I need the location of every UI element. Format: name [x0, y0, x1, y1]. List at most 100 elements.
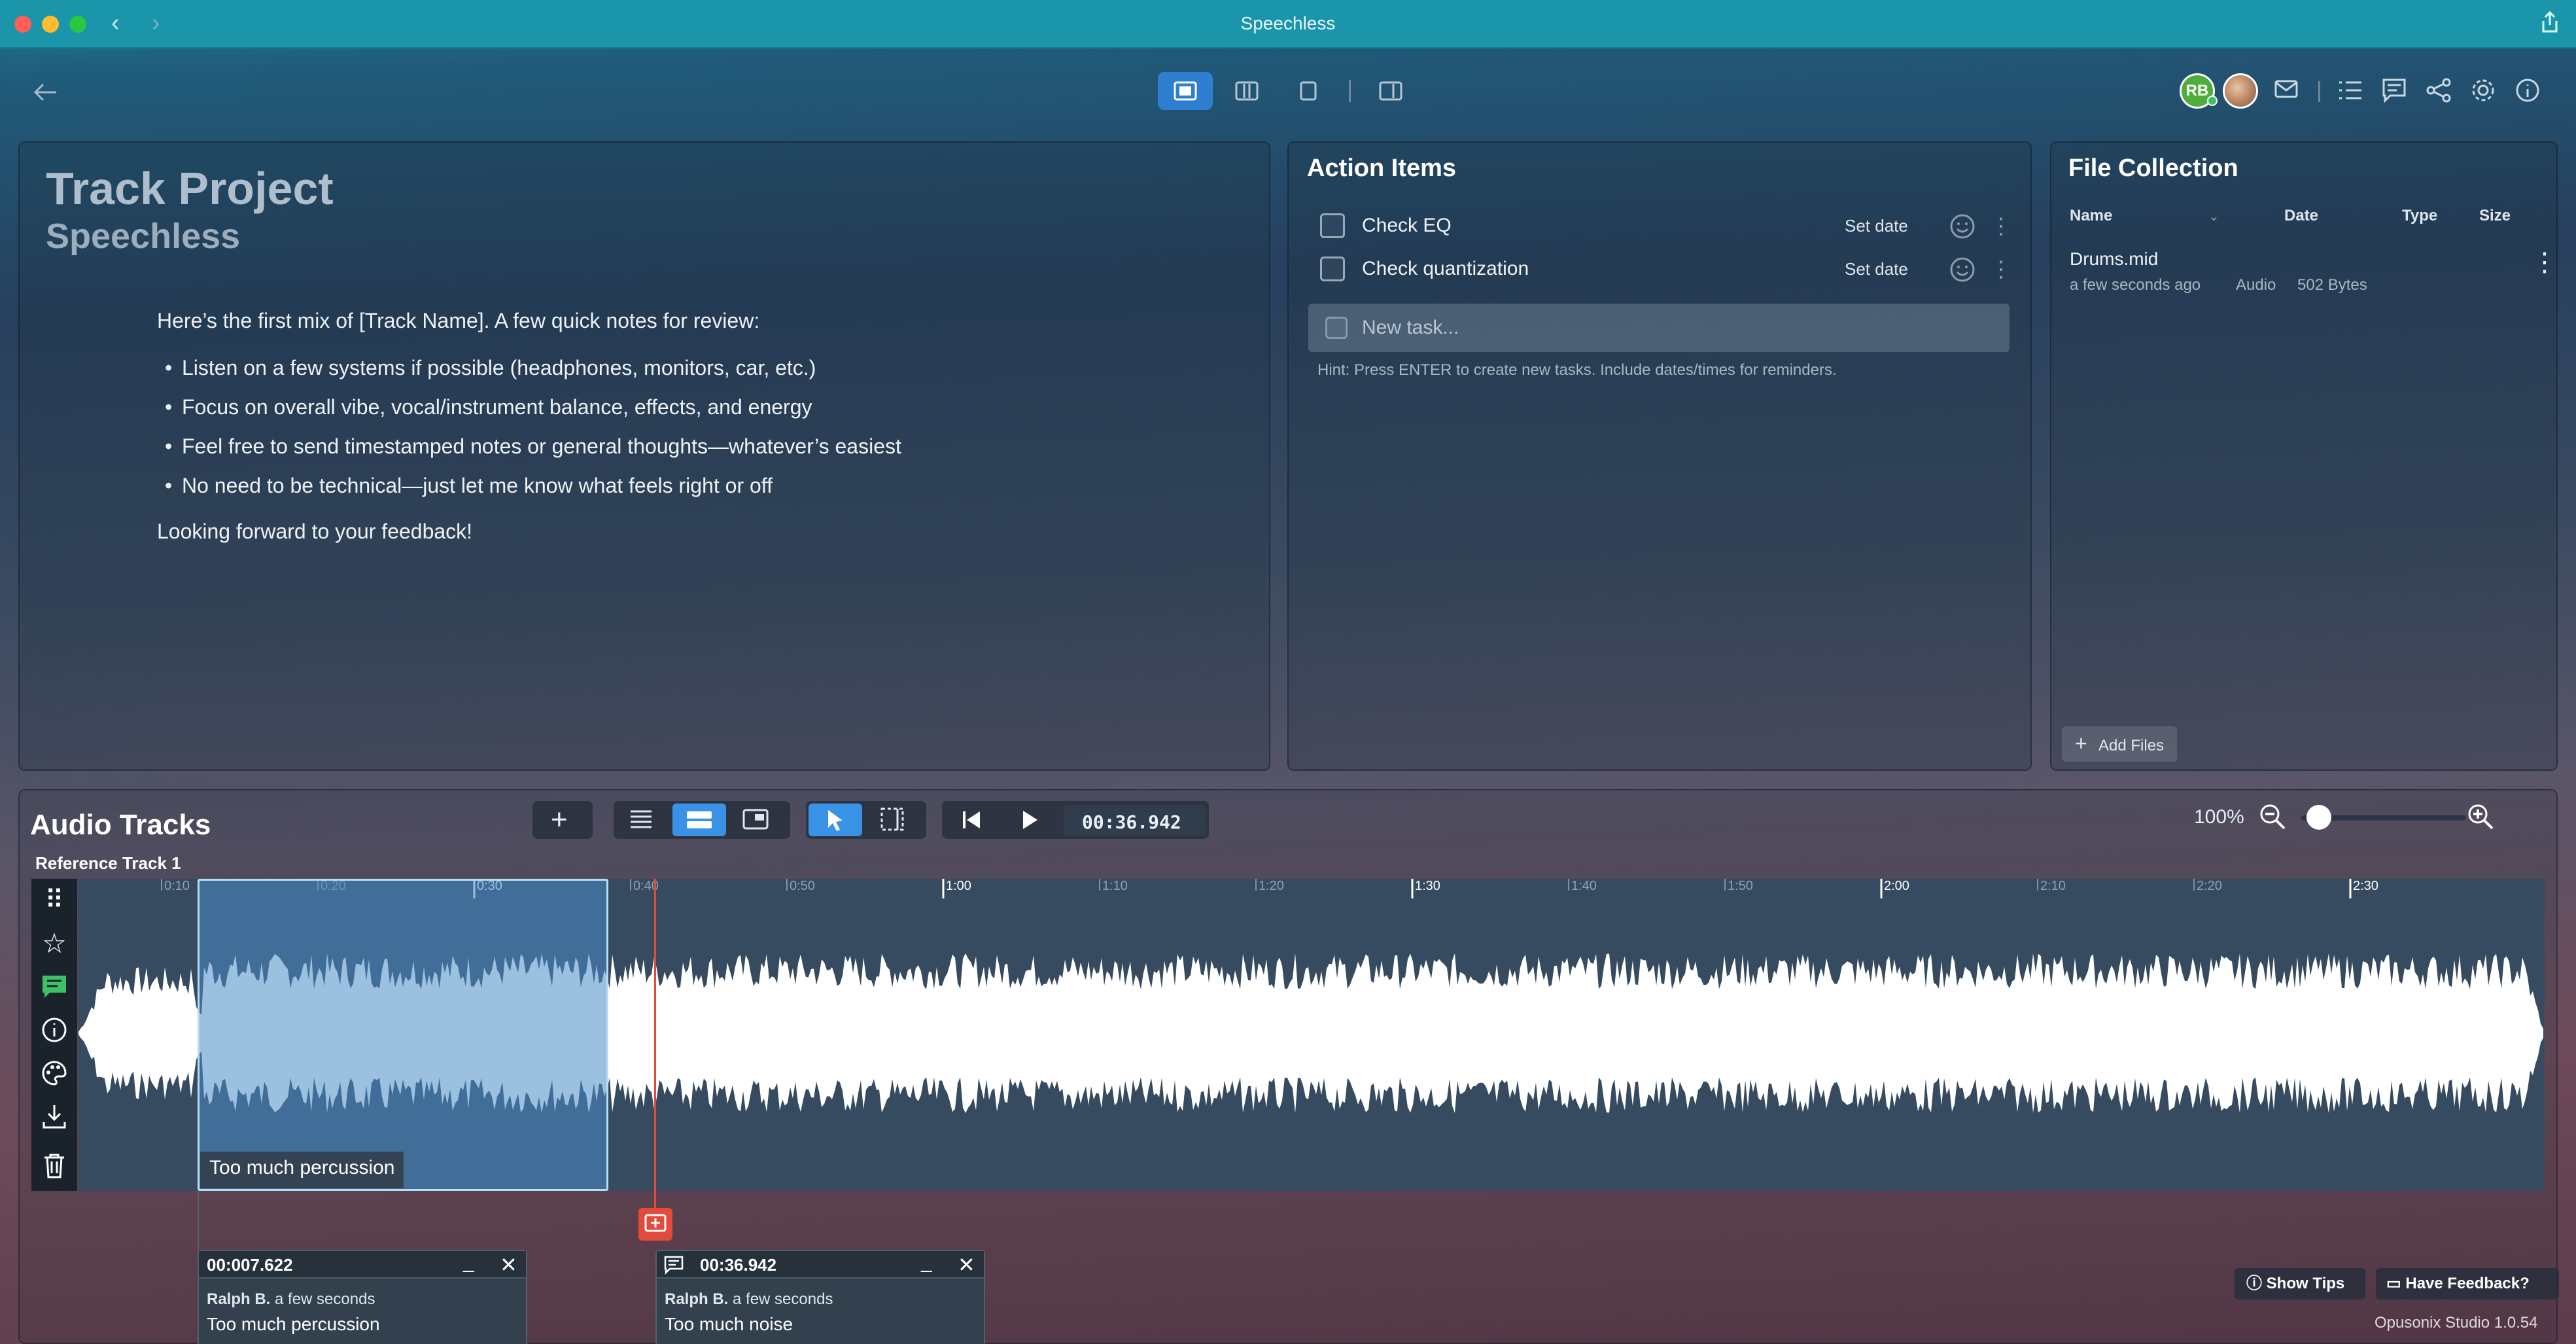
toolbar-divider — [1349, 80, 1351, 102]
new-task-placeholder: New task... — [1362, 317, 1459, 338]
task-row: Check quantization Set date ⋮ — [1308, 250, 2012, 288]
comment-ago: a few seconds — [733, 1290, 833, 1308]
online-status-dot — [2207, 96, 2218, 106]
settings-gear-icon[interactable] — [2470, 77, 2496, 107]
comment-text: Too much noise — [665, 1314, 793, 1334]
layout-button-1[interactable] — [1158, 72, 1213, 110]
minimize-comment-icon[interactable]: _ — [463, 1251, 474, 1273]
show-tips-label: Show Tips — [2266, 1275, 2345, 1292]
zoom-level: 100% — [2194, 806, 2244, 828]
drag-handle-icon[interactable]: ⠿ — [31, 879, 77, 922]
layout-button-4[interactable] — [1363, 72, 1418, 110]
close-comment-icon[interactable]: ✕ — [958, 1252, 975, 1277]
task-row: Check EQ Set date ⋮ — [1308, 207, 2012, 245]
toolbar-divider — [2318, 81, 2320, 102]
delete-track-icon[interactable] — [31, 1144, 77, 1188]
comment-time: 00:007.622 — [207, 1255, 293, 1275]
feedback-button[interactable]: ▭ Have Feedback? — [2376, 1268, 2559, 1300]
select-tool-button[interactable] — [809, 804, 862, 836]
notes-bullet-dot: • — [165, 434, 173, 458]
comment-bubble-icon — [663, 1255, 684, 1278]
plus-icon: + — [2075, 732, 2087, 755]
back-arrow-icon[interactable] — [30, 77, 60, 111]
comment-card[interactable]: 00:36.942 _ ✕ Ralph B. a few seconds Too… — [655, 1250, 985, 1344]
collaborator-avatar[interactable] — [2223, 73, 2258, 109]
layout-button-2[interactable] — [1219, 72, 1274, 110]
share-network-icon[interactable] — [2426, 77, 2452, 107]
comment-connector — [198, 1191, 199, 1254]
layout-button-3[interactable] — [1281, 72, 1336, 110]
new-task-checkbox — [1325, 317, 1348, 339]
add-files-label: Add Files — [2098, 737, 2165, 754]
column-header-type[interactable]: Type — [2402, 207, 2437, 225]
invite-mail-icon[interactable] — [2274, 76, 2303, 108]
add-reaction-icon[interactable] — [1949, 212, 1978, 244]
time-display: 00:36.942 — [1064, 805, 1206, 836]
card-view-icon[interactable] — [742, 807, 769, 834]
zoom-in-icon[interactable] — [2466, 802, 2495, 834]
comments-icon[interactable] — [2381, 77, 2407, 107]
expanded-view-button[interactable] — [672, 804, 726, 836]
add-files-button[interactable]: + Add Files — [2062, 726, 2177, 762]
notes-bullet-dot: • — [165, 395, 173, 419]
column-header-size[interactable]: Size — [2479, 207, 2511, 225]
window-title: Speechless — [1240, 13, 1336, 33]
minimize-comment-icon[interactable]: _ — [921, 1251, 932, 1273]
comment-card[interactable]: 00:007.622 _ ✕ Ralph B. a few seconds To… — [198, 1250, 527, 1344]
column-header-date[interactable]: Date — [2284, 207, 2318, 225]
comment-region[interactable] — [198, 879, 608, 1191]
task-label[interactable]: Check quantization — [1362, 258, 1529, 280]
skip-to-start-icon[interactable] — [960, 809, 984, 834]
star-icon[interactable]: ☆ — [31, 922, 77, 965]
notes-bullet: Listen on a few systems if possible (hea… — [182, 356, 816, 380]
file-collection-panel — [2050, 141, 2558, 771]
marquee-select-icon[interactable] — [879, 806, 905, 836]
set-date-button[interactable]: Set date — [1845, 259, 1908, 279]
comment-ago: a few seconds — [275, 1290, 375, 1308]
comment-author: Ralph B. — [665, 1290, 729, 1308]
title-bar: ‹ › Speechless — [0, 0, 2576, 48]
project-subtitle: Speechless — [46, 217, 241, 256]
add-comment-marker[interactable] — [638, 1208, 672, 1241]
notes-bullet: Feel free to send timestamped notes or g… — [182, 434, 901, 458]
set-date-button[interactable]: Set date — [1845, 216, 1908, 236]
help-circle-icon: ⓘ — [2246, 1275, 2262, 1292]
file-size: 502 Bytes — [2297, 276, 2367, 294]
plus-icon: + — [551, 804, 568, 836]
list-icon[interactable] — [2337, 77, 2363, 107]
info-icon[interactable] — [2515, 77, 2541, 107]
zoom-out-icon[interactable] — [2258, 802, 2287, 834]
track-name: Reference Track 1 — [35, 853, 181, 873]
audio-tracks-title: Audio Tracks — [30, 809, 211, 841]
add-reaction-icon[interactable] — [1949, 255, 1978, 287]
zoom-slider-thumb[interactable] — [2306, 805, 2331, 830]
task-checkbox[interactable] — [1320, 256, 1345, 281]
file-date: a few seconds ago — [2070, 276, 2201, 294]
file-menu-icon[interactable]: ⋮ — [2532, 247, 2558, 277]
column-header-name[interactable]: Name — [2070, 207, 2112, 225]
task-menu-icon[interactable]: ⋮ — [1990, 256, 2012, 283]
palette-icon[interactable] — [31, 1052, 77, 1095]
app-version: Opusonix Studio 1.0.54 — [2375, 1314, 2538, 1332]
file-name[interactable]: Drums.mid — [2070, 249, 2158, 270]
show-tips-button[interactable]: ⓘ Show Tips — [2235, 1268, 2365, 1300]
add-track-button[interactable]: + — [532, 801, 593, 839]
feedback-label: Have Feedback? — [2405, 1275, 2530, 1292]
comment-icon[interactable] — [31, 965, 77, 1008]
comment-author: Ralph B. — [207, 1290, 271, 1308]
play-icon[interactable] — [1019, 809, 1039, 834]
close-comment-icon[interactable]: ✕ — [500, 1252, 517, 1277]
download-icon[interactable] — [31, 1095, 77, 1138]
sort-chevron-icon[interactable]: ⌄ — [2208, 208, 2219, 224]
new-task-input[interactable]: New task... — [1308, 304, 2010, 352]
comment-time: 00:36.942 — [700, 1255, 777, 1275]
notes-bullet-dot: • — [165, 356, 173, 380]
list-view-icon[interactable] — [628, 809, 654, 834]
task-checkbox[interactable] — [1320, 213, 1345, 238]
share-icon[interactable] — [2539, 10, 2560, 37]
notes-closing: Looking forward to your feedback! — [157, 520, 473, 543]
track-info-icon[interactable] — [31, 1008, 77, 1052]
task-menu-icon[interactable]: ⋮ — [1990, 213, 2012, 239]
task-label[interactable]: Check EQ — [1362, 215, 1452, 237]
playhead[interactable] — [654, 879, 656, 1219]
